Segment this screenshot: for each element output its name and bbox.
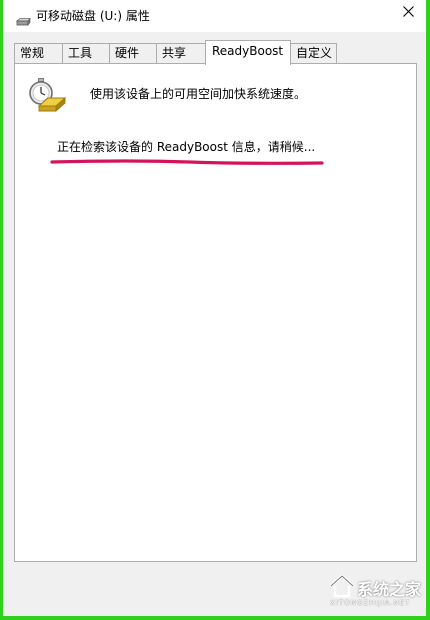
tab-hardware[interactable]: 硬件 [109, 43, 157, 63]
readyboost-status-text: 正在检索该设备的 ReadyBoost 信息，请稍候... [57, 140, 316, 154]
removable-drive-icon [15, 11, 31, 26]
tab-sharing[interactable]: 共享 [156, 43, 206, 63]
red-underline-annotation [50, 159, 324, 165]
watermark-url: XITONGZHIJIA.NET [330, 599, 411, 607]
tab-customize[interactable]: 自定义 [290, 43, 337, 63]
tab-readyboost[interactable]: ReadyBoost [205, 40, 291, 65]
watermark-brand: 系统之家 [357, 580, 422, 599]
tab-strip: 常规 工具 硬件 共享 ReadyBoost 自定义 [3, 40, 426, 65]
readyboost-panel: 使用该设备上的可用空间加快系统速度。 正在检索该设备的 ReadyBoost 信… [14, 63, 417, 562]
window-title: 可移动磁盘 (U:) 属性 [36, 9, 150, 23]
readyboost-description: 使用该设备上的可用空间加快系统速度。 [90, 87, 307, 101]
stopwatch-drive-icon [29, 78, 67, 118]
tab-tools[interactable]: 工具 [62, 43, 110, 63]
title-bar[interactable]: 可移动磁盘 (U:) 属性 [3, 0, 426, 32]
properties-window: 可移动磁盘 (U:) 属性 常规 工具 硬件 共享 ReadyBoost 自定义 [3, 0, 426, 616]
house-logo-icon [329, 574, 355, 598]
site-watermark: 系统之家 XITONGZHIJIA.NET [327, 574, 426, 614]
close-icon [403, 6, 414, 17]
close-button[interactable] [392, 0, 426, 26]
tab-general[interactable]: 常规 [14, 43, 63, 63]
